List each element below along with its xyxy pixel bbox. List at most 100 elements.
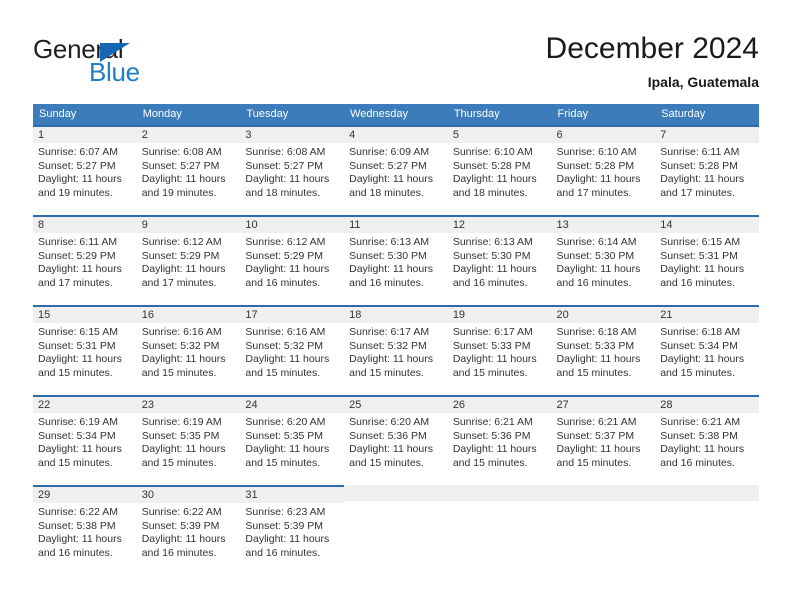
day-sun-info: Sunrise: 6:12 AM Sunset: 5:29 PM Daylight:… [240, 233, 344, 290]
calendar-day-cell[interactable]: 30 Sunrise: 6:22 AM Sunset: 5:39 PM Dayligh… [136, 485, 241, 568]
day-info-sunrise: Sunrise: 6:12 AM [245, 236, 326, 248]
page-header: General Blue December 2024 Ipala, Guatem… [0, 0, 792, 100]
day-of-week-wednesday: Wednesday [350, 108, 408, 120]
calendar-day-cell[interactable]: 13 Sunrise: 6:14 AM Sunset: 5:30 PM Dayligh… [551, 215, 656, 298]
day-info-daylight2: and 15 minutes. [141, 366, 217, 379]
day-info-daylight2: and 16 minutes. [660, 276, 735, 289]
day-info-daylight2: and 15 minutes. [660, 366, 735, 379]
day-info-sunrise: Sunrise: 6:11 AM [660, 146, 740, 158]
calendar-day-cell[interactable]: 20 Sunrise: 6:18 AM Sunset: 5:33 PM Dayligh… [551, 305, 656, 388]
day-number: 21 [655, 307, 759, 323]
calendar-day-cell[interactable]: 11 Sunrise: 6:13 AM Sunset: 5:30 PM Dayligh… [344, 215, 448, 298]
day-number: 6 [551, 127, 656, 143]
calendar-day-cell[interactable]: 12 Sunrise: 6:13 AM Sunset: 5:30 PM Dayligh… [447, 215, 552, 298]
day-info-sunset: Sunset: 5:32 PM [349, 339, 427, 352]
day-number: 22 [33, 397, 137, 413]
day-number: 31 [240, 487, 345, 503]
day-info-daylight2: and 15 minutes. [556, 366, 632, 379]
day-info-sunrise: Sunrise: 6:18 AM [556, 326, 637, 338]
day-info-sunset: Sunset: 5:35 PM [245, 429, 324, 442]
calendar-day-cell[interactable]: 19 Sunrise: 6:17 AM Sunset: 5:33 PM Dayligh… [447, 305, 552, 388]
calendar-day-cell[interactable]: 16 Sunrise: 6:16 AM Sunset: 5:32 PM Dayligh… [136, 305, 241, 388]
day-info-sunset: Sunset: 5:32 PM [141, 339, 220, 352]
day-info-daylight2: and 15 minutes. [556, 456, 632, 469]
day-sun-info: Sunrise: 6:15 AM Sunset: 5:31 PM Daylight:… [33, 323, 137, 380]
day-number: 23 [136, 397, 241, 413]
calendar-day-cell[interactable]: 25 Sunrise: 6:20 AM Sunset: 5:36 PM Dayligh… [344, 395, 448, 478]
day-info-sunset: Sunset: 5:37 PM [556, 429, 635, 442]
day-of-week-friday: Friday [557, 108, 589, 120]
day-info-daylight1: Daylight: 11 hours [452, 173, 537, 185]
calendar-day-cell[interactable]: 21 Sunrise: 6:18 AM Sunset: 5:34 PM Dayligh… [655, 305, 759, 388]
calendar-day-cell[interactable]: 5 Sunrise: 6:10 AM Sunset: 5:28 PM Daylight… [447, 125, 552, 208]
day-number: 14 [655, 217, 759, 233]
day-info-daylight2: and 15 minutes. [38, 366, 113, 379]
calendar-day-cell[interactable]: 4 Sunrise: 6:09 AM Sunset: 5:27 PM Daylight… [344, 125, 448, 208]
day-info-daylight2: and 17 minutes. [556, 186, 632, 199]
day-number: 3 [240, 127, 345, 143]
calendar-day-cell[interactable]: 31 Sunrise: 6:23 AM Sunset: 5:39 PM Dayligh… [240, 485, 345, 568]
calendar-day-cell[interactable]: 26 Sunrise: 6:21 AM Sunset: 5:36 PM Dayligh… [447, 395, 552, 478]
day-info-sunrise: Sunrise: 6:08 AM [141, 146, 222, 158]
day-sun-info: Sunrise: 6:17 AM Sunset: 5:32 PM Daylight:… [344, 323, 448, 380]
calendar-day-cell[interactable]: 15 Sunrise: 6:15 AM Sunset: 5:31 PM Dayligh… [33, 305, 137, 388]
day-number: 4 [344, 127, 448, 143]
calendar-day-cell[interactable]: 28 Sunrise: 6:21 AM Sunset: 5:38 PM Dayligh… [655, 395, 759, 478]
calendar-day-cell[interactable]: 18 Sunrise: 6:17 AM Sunset: 5:32 PM Dayligh… [344, 305, 448, 388]
calendar-day-cell[interactable]: 23 Sunrise: 6:19 AM Sunset: 5:35 PM Dayligh… [136, 395, 241, 478]
day-number: 15 [33, 307, 137, 323]
calendar-day-cell[interactable]: 8 Sunrise: 6:11 AM Sunset: 5:29 PM Daylight… [33, 215, 137, 298]
day-number: 1 [33, 127, 137, 143]
calendar-day-cell[interactable]: 1 Sunrise: 6:07 AM Sunset: 5:27 PM Daylight… [33, 125, 137, 208]
day-number: 26 [447, 397, 552, 413]
day-info-daylight2: and 15 minutes. [141, 456, 217, 469]
day-info-sunset: Sunset: 5:38 PM [660, 429, 738, 442]
calendar-day-cell[interactable]: 10 Sunrise: 6:12 AM Sunset: 5:29 PM Dayligh… [240, 215, 345, 298]
day-number: 27 [551, 397, 656, 413]
day-info-daylight1: Daylight: 11 hours [452, 263, 537, 275]
day-sun-info: Sunrise: 6:07 AM Sunset: 5:27 PM Daylight:… [33, 143, 137, 200]
calendar-day-cell[interactable]: 29 Sunrise: 6:22 AM Sunset: 5:38 PM Dayligh… [33, 485, 137, 568]
day-info-sunset: Sunset: 5:34 PM [660, 339, 738, 352]
day-info-sunset: Sunset: 5:39 PM [245, 519, 324, 532]
day-info-sunrise: Sunrise: 6:19 AM [38, 416, 118, 428]
day-number [551, 485, 656, 501]
calendar-day-cell[interactable]: 24 Sunrise: 6:20 AM Sunset: 5:35 PM Dayligh… [240, 395, 345, 478]
day-info-sunrise: Sunrise: 6:17 AM [349, 326, 430, 338]
day-info-sunrise: Sunrise: 6:11 AM [38, 236, 118, 248]
calendar-day-cell[interactable]: 22 Sunrise: 6:19 AM Sunset: 5:34 PM Dayligh… [33, 395, 137, 478]
day-info-daylight2: and 18 minutes. [452, 186, 528, 199]
day-info-daylight2: and 16 minutes. [245, 276, 321, 289]
day-info-daylight1: Daylight: 11 hours [660, 263, 745, 275]
day-info-sunset: Sunset: 5:29 PM [141, 249, 220, 262]
calendar-day-cell[interactable]: 9 Sunrise: 6:12 AM Sunset: 5:29 PM Daylight… [136, 215, 241, 298]
day-info-daylight2: and 16 minutes. [556, 276, 632, 289]
calendar-day-cell[interactable]: 17 Sunrise: 6:16 AM Sunset: 5:32 PM Dayligh… [240, 305, 345, 388]
calendar-week-row: 22 Sunrise: 6:19 AM Sunset: 5:34 PM Dayligh… [33, 395, 759, 485]
day-sun-info: Sunrise: 6:15 AM Sunset: 5:31 PM Daylight:… [655, 233, 759, 290]
day-info-sunset: Sunset: 5:27 PM [38, 159, 116, 172]
calendar-day-cell[interactable]: 3 Sunrise: 6:08 AM Sunset: 5:27 PM Daylight… [240, 125, 345, 208]
day-info-daylight1: Daylight: 11 hours [660, 353, 745, 365]
calendar-day-cell[interactable]: 14 Sunrise: 6:15 AM Sunset: 5:31 PM Dayligh… [655, 215, 759, 298]
day-info-sunrise: Sunrise: 6:21 AM [452, 416, 533, 428]
day-info-daylight2: and 19 minutes. [141, 186, 217, 199]
calendar-day-cell[interactable]: 27 Sunrise: 6:21 AM Sunset: 5:37 PM Dayligh… [551, 395, 656, 478]
day-number: 2 [136, 127, 241, 143]
day-number: 10 [240, 217, 345, 233]
day-info-sunrise: Sunrise: 6:13 AM [452, 236, 533, 248]
day-of-week-sunday: Sunday [39, 108, 77, 120]
calendar-day-cell[interactable]: 7 Sunrise: 6:11 AM Sunset: 5:28 PM Daylight… [655, 125, 759, 208]
day-info-sunrise: Sunrise: 6:20 AM [349, 416, 430, 428]
day-info-daylight1: Daylight: 11 hours [556, 353, 641, 365]
day-info-daylight1: Daylight: 11 hours [141, 443, 226, 455]
day-info-daylight1: Daylight: 11 hours [38, 353, 122, 365]
day-number [655, 485, 759, 501]
day-sun-info: Sunrise: 6:13 AM Sunset: 5:30 PM Daylight:… [344, 233, 448, 290]
day-sun-info: Sunrise: 6:18 AM Sunset: 5:33 PM Daylight:… [552, 323, 656, 380]
calendar-day-cell[interactable]: 6 Sunrise: 6:10 AM Sunset: 5:28 PM Daylight… [551, 125, 656, 208]
calendar-day-cell[interactable]: 2 Sunrise: 6:08 AM Sunset: 5:27 PM Daylight… [136, 125, 241, 208]
day-info-daylight2: and 15 minutes. [452, 366, 528, 379]
day-sun-info: Sunrise: 6:11 AM Sunset: 5:29 PM Daylight:… [33, 233, 137, 290]
day-info-daylight1: Daylight: 11 hours [349, 173, 433, 185]
